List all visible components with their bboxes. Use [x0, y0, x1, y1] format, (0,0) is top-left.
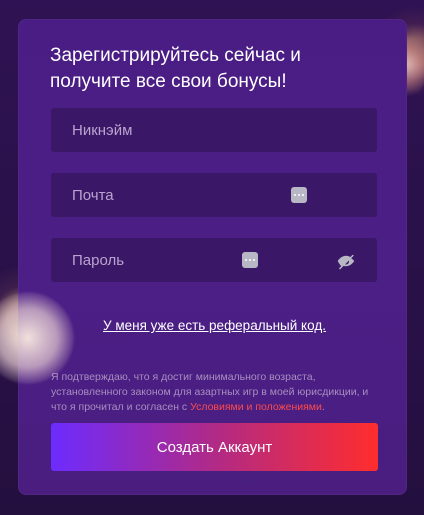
referral-code-link[interactable]: У меня уже есть реферальный код.	[103, 318, 363, 333]
password-manager-icon[interactable]	[291, 187, 307, 203]
email-field[interactable]	[51, 173, 377, 217]
terms-text: Я подтверждаю, что я достиг минимального…	[51, 370, 381, 415]
password-input[interactable]	[51, 238, 377, 282]
create-account-button[interactable]: Создать Аккаунт	[51, 423, 378, 471]
nickname-field[interactable]	[51, 108, 377, 152]
password-field[interactable]	[51, 238, 377, 282]
eye-off-icon[interactable]	[337, 252, 355, 270]
terms-link[interactable]: Условиями и положениями	[190, 401, 322, 413]
nickname-input[interactable]	[51, 108, 377, 152]
form-title: Зарегистрируйтесь сейчас и получите все …	[50, 45, 301, 92]
terms-suffix: .	[321, 401, 325, 413]
email-input[interactable]	[51, 173, 377, 217]
password-manager-icon[interactable]	[242, 252, 258, 268]
